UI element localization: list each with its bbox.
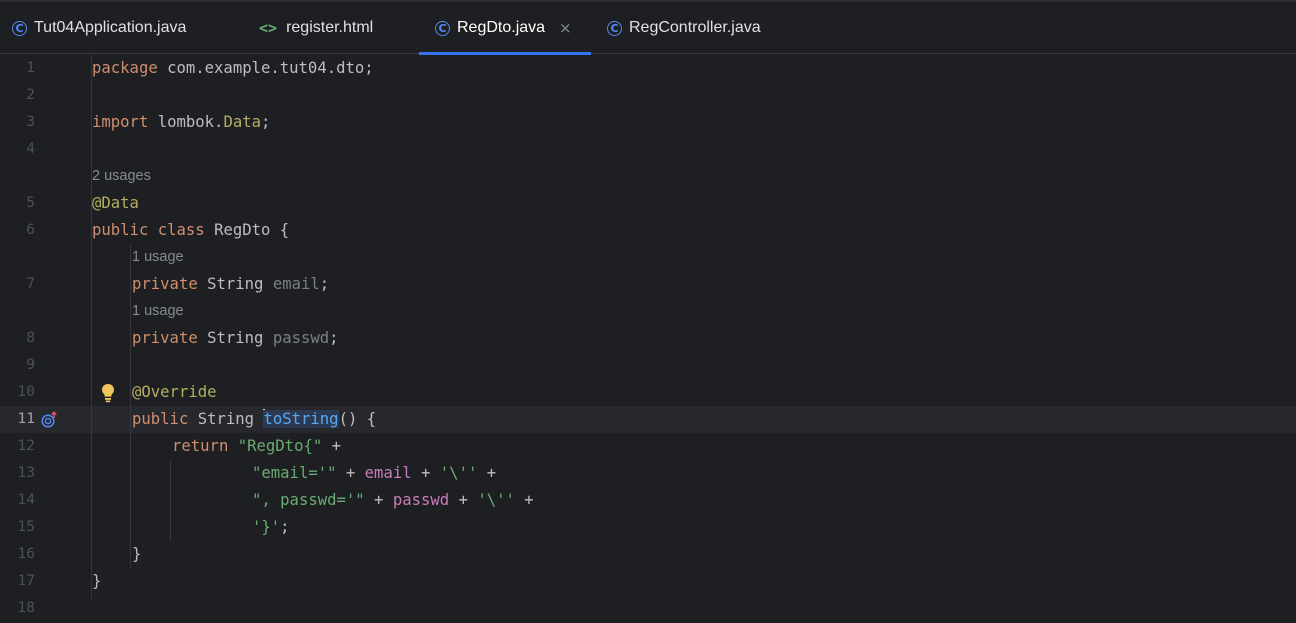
editor-tab-bar: C Tut04Application.java <> register.html…	[0, 2, 1296, 55]
code-line-16: 16 }	[0, 541, 1296, 568]
code-line-18: 18	[0, 595, 1296, 622]
code-line-14: 14 ", passwd='" + passwd + '\'' +	[0, 487, 1296, 514]
code-text: private String passwd;	[132, 329, 339, 347]
line-number: 8	[26, 330, 35, 346]
line-number: 1	[26, 60, 35, 76]
html-file-icon: <>	[259, 19, 278, 37]
code-line-3: 3 import lombok.Data;	[0, 109, 1296, 136]
code-text: @Data	[92, 194, 139, 212]
usages-hint[interactable]: 1 usage	[132, 244, 184, 271]
tab-label: Tut04Application.java	[34, 19, 187, 36]
tab-tut04application[interactable]: C Tut04Application.java	[12, 2, 186, 54]
code-line-8: 8 private String passwd;	[0, 325, 1296, 352]
code-text: private String email;	[132, 275, 330, 293]
code-text: package com.example.tut04.dto;	[92, 59, 374, 77]
line-number: 4	[26, 141, 35, 157]
java-class-icon: C	[12, 20, 27, 36]
tab-label: RegController.java	[629, 19, 761, 36]
code-text: return "RegDto{" +	[172, 437, 342, 455]
tab-label: register.html	[286, 19, 374, 36]
code-line-11: 11 public String toString() {	[0, 406, 1296, 433]
code-text: '}';	[252, 518, 290, 536]
line-number: 10	[17, 384, 35, 400]
line-number: 9	[26, 357, 35, 373]
line-number: 18	[17, 600, 35, 616]
code-line-15: 15 '}';	[0, 514, 1296, 541]
tab-regcontroller[interactable]: C RegController.java	[607, 2, 761, 54]
code-text: import lombok.Data;	[92, 113, 271, 131]
code-text: @Override	[132, 383, 217, 401]
code-line-5: 5 @Data	[0, 190, 1296, 217]
code-line-6: 6 public class RegDto {	[0, 217, 1296, 244]
code-text: ", passwd='" + passwd + '\'' +	[252, 491, 534, 509]
code-line-10: 10 @Override	[0, 379, 1296, 406]
tab-regdto[interactable]: C RegDto.java ×	[419, 2, 591, 55]
java-class-icon: C	[435, 20, 450, 36]
usages-hint-row: 1 usage	[0, 298, 1296, 325]
override-method-icon[interactable]	[41, 406, 59, 433]
lightbulb-icon[interactable]	[101, 379, 115, 406]
line-number: 15	[17, 519, 35, 535]
line-number: 3	[26, 114, 35, 130]
code-text: "email='" + email + '\'' +	[252, 464, 497, 482]
close-icon[interactable]: ×	[559, 19, 572, 37]
code-text: }	[92, 572, 102, 590]
line-number: 14	[17, 492, 35, 508]
code-line-17: 17 }	[0, 568, 1296, 595]
code-text: }	[132, 545, 142, 563]
line-number: 6	[26, 222, 35, 238]
line-number: 16	[17, 546, 35, 562]
code-line-1: 1 package com.example.tut04.dto;	[0, 55, 1296, 82]
line-number: 13	[17, 465, 35, 481]
line-number: 7	[26, 276, 35, 292]
usages-hint-row: 1 usage	[0, 244, 1296, 271]
method-name[interactable]: toString	[263, 410, 339, 428]
code-line-13: 13 "email='" + email + '\'' +	[0, 460, 1296, 487]
code-text: public class RegDto {	[92, 221, 290, 239]
tab-label: RegDto.java	[457, 19, 546, 36]
code-line-12: 12 return "RegDto{" +	[0, 433, 1296, 460]
java-class-icon: C	[607, 20, 622, 36]
code-text: public String toString() {	[132, 409, 377, 428]
usages-hint-row: 2 usages	[0, 163, 1296, 190]
line-number: 5	[26, 195, 35, 211]
usages-hint[interactable]: 2 usages	[92, 163, 151, 190]
code-editor[interactable]: 1 package com.example.tut04.dto; 2 3 imp…	[0, 55, 1296, 623]
line-number: 11	[17, 411, 35, 427]
usages-hint[interactable]: 1 usage	[132, 298, 184, 325]
code-line-2: 2	[0, 82, 1296, 109]
code-line-7: 7 private String email;	[0, 271, 1296, 298]
line-number: 2	[26, 87, 35, 103]
code-line-4: 4	[0, 136, 1296, 163]
line-number: 17	[17, 573, 35, 589]
code-line-9: 9	[0, 352, 1296, 379]
line-number: 12	[17, 438, 35, 454]
tab-register-html[interactable]: <> register.html	[259, 2, 373, 54]
